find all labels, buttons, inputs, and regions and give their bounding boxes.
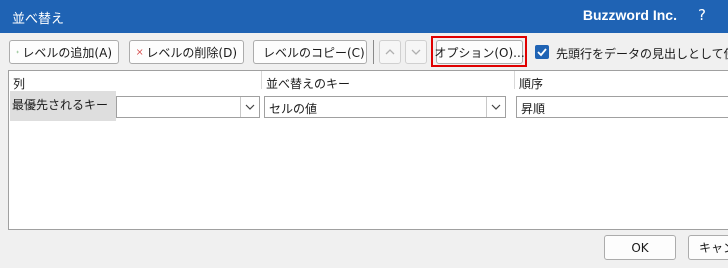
checkmark-icon: [537, 48, 547, 57]
sort-on-dropdown[interactable]: [486, 97, 505, 117]
column-select-dropdown[interactable]: [240, 97, 259, 117]
delete-level-label: レベルの削除(D): [146, 45, 237, 60]
plus-icon: [16, 50, 20, 54]
copy-level-button[interactable]: レベルのコピー(C): [253, 40, 367, 64]
move-up-button[interactable]: [379, 40, 401, 64]
level-row-label: 最優先されるキー: [12, 98, 109, 112]
header-divider: [261, 71, 262, 89]
add-level-button[interactable]: レベルの追加(A): [9, 40, 119, 64]
column-header-sort-on: 並べ替えのキー: [266, 77, 351, 91]
sort-on-value: セルの値: [269, 102, 318, 116]
chevron-down-icon: [491, 104, 501, 110]
column-select[interactable]: [116, 96, 260, 118]
chevron-up-icon: [385, 49, 395, 55]
header-row-checkbox[interactable]: [535, 45, 549, 59]
company-name: Buzzword Inc.: [582, 7, 677, 23]
title-bar: 並べ替え Buzzword Inc. ?: [0, 0, 728, 33]
order-select[interactable]: 昇順: [516, 96, 728, 118]
delete-level-button[interactable]: レベルの削除(D): [129, 40, 244, 64]
copy-level-label: レベルのコピー(C): [263, 45, 365, 60]
header-divider: [514, 71, 515, 89]
delete-x-icon: [136, 49, 143, 55]
cancel-button[interactable]: キャン: [688, 235, 728, 260]
dialog-title: 並べ替え: [12, 12, 65, 27]
move-down-button[interactable]: [405, 40, 427, 64]
toolbar-separator: [373, 40, 374, 64]
options-button[interactable]: オプション(O)...: [434, 40, 525, 64]
ok-label: OK: [631, 240, 649, 255]
add-level-label: レベルの追加(A): [22, 45, 112, 60]
options-label: オプション(O)...: [434, 45, 525, 60]
column-header-order: 順序: [519, 77, 544, 91]
sort-levels-grid: 列 並べ替えのキー 順序 最優先されるキー セルの値 昇順: [8, 70, 728, 230]
ok-button[interactable]: OK: [604, 235, 676, 260]
sort-on-select[interactable]: セルの値: [264, 96, 506, 118]
column-header-column: 列: [13, 77, 26, 91]
chevron-down-icon: [411, 49, 421, 55]
order-value: 昇順: [521, 102, 546, 116]
help-button[interactable]: ?: [698, 6, 706, 24]
header-row-checkbox-label[interactable]: 先頭行をデータの見出しとして使用す: [556, 45, 728, 62]
cancel-label: キャン: [699, 241, 728, 255]
chevron-down-icon: [245, 104, 255, 110]
